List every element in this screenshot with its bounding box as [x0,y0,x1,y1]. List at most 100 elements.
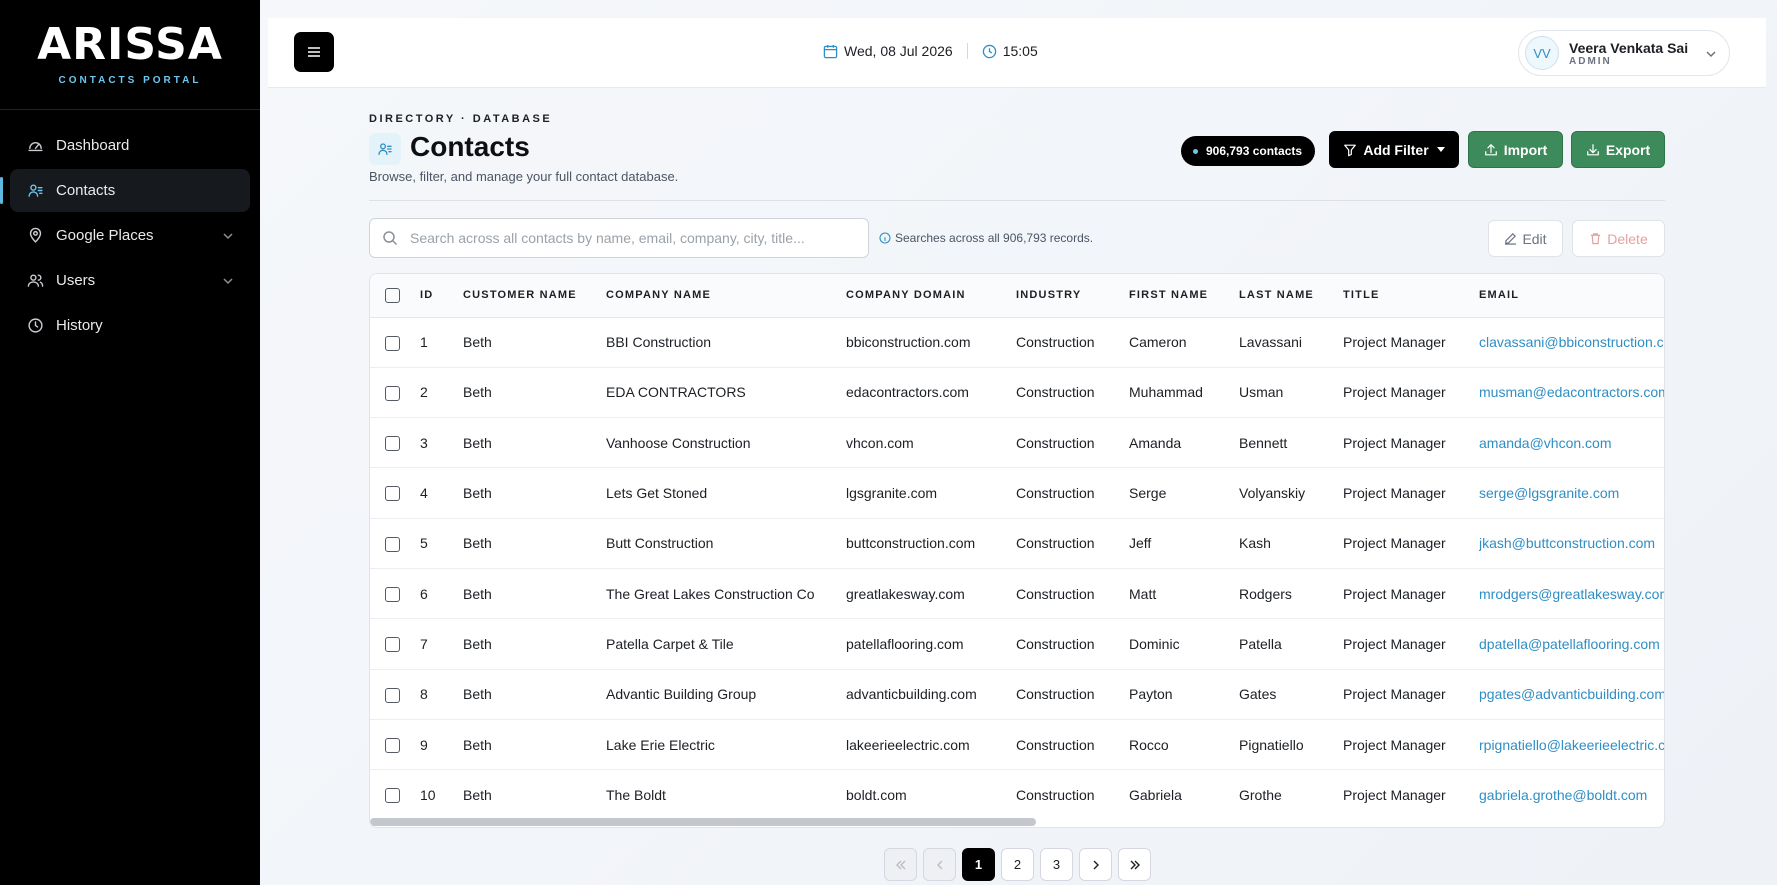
add-filter-button[interactable]: Add Filter [1329,131,1459,168]
page-button-3[interactable]: 3 [1040,848,1073,881]
contacts-grid: ID CUSTOMER NAME COMPANY NAME COMPANY DO… [370,274,1664,820]
row-checkbox[interactable] [385,536,400,552]
column-header-first-name[interactable]: FIRST NAME [1129,274,1239,318]
table-row[interactable]: 2 Beth EDA CONTRACTORS edacontractors.com Co… [370,367,1664,419]
table-row[interactable]: 1 Beth BBI Construction bbiconstruction.com… [370,317,1664,368]
select-all-checkbox[interactable] [385,287,400,303]
clock-icon [26,317,44,335]
cell-company-name: The Boldt [606,787,666,804]
filter-icon [1344,144,1357,156]
row-checkbox[interactable] [385,587,400,603]
column-header-last-name[interactable]: LAST NAME [1239,274,1343,318]
column-header-company-name[interactable]: COMPANY NAME [606,274,846,318]
delete-button[interactable]: Delete [1572,220,1665,257]
cell-email[interactable]: mrodgers@greatlakesway.com [1479,568,1664,620]
map-pin-icon [26,227,44,245]
cell-title: Project Manager [1343,568,1479,620]
cell-first-name: Gabriela [1129,787,1182,804]
export-button[interactable]: Export [1571,131,1665,168]
user-info: Veera Venkata Sai ADMIN [1569,40,1688,67]
brand-subtitle: CONTACTS PORTAL [58,75,202,86]
topbar: Wed, 08 Jul 2026 15:05 VV Veera Venkata … [268,18,1766,88]
search-input[interactable] [410,230,850,246]
column-header-id[interactable]: ID [420,274,463,318]
cell-email[interactable]: rpignatiello@lakeerieelectric.com [1479,719,1664,771]
current-time: 15:05 [1002,43,1038,59]
cell-customer-name: Beth [463,317,606,368]
cell-email[interactable]: musman@edacontractors.com [1479,367,1664,419]
cell-first-name: Serge [1129,467,1239,519]
row-checkbox[interactable] [385,637,400,653]
table-row[interactable]: 4 Beth Lets Get Stoned lgsgranite.com Constr… [370,467,1664,519]
table-row[interactable]: 8 Beth Advantic Building Group advanticbuil… [370,669,1664,720]
brand: ARISSA CONTACTS PORTAL [0,0,260,110]
table-header-row: ID CUSTOMER NAME COMPANY NAME COMPANY DO… [370,274,1664,318]
cell-email[interactable]: gabriela.grothe@boldt.com [1479,770,1664,820]
page-button-1[interactable]: 1 [962,848,995,881]
table-row[interactable]: 9 Beth Lake Erie Electric lakeerieelectric.… [370,719,1664,771]
cell-email[interactable]: pgates@advanticbuilding.com [1479,669,1664,720]
table-row[interactable]: 5 Beth Butt Construction buttconstruction.c… [370,518,1664,569]
cell-id: 10 [420,787,436,804]
cell-industry: Construction [1016,518,1129,569]
edit-icon [1505,233,1517,245]
cell-title: Project Manager [1343,367,1479,419]
cell-email[interactable]: clavassani@bbiconstruction.com [1479,317,1664,368]
row-checkbox[interactable] [385,335,400,351]
cell-last-name: Bennett [1239,417,1343,469]
sidebar-item-dashboard[interactable]: Dashboard [10,124,250,167]
menu-toggle-button[interactable] [294,32,334,72]
cell-company-name: Advantic Building Group [606,669,846,720]
info-icon [879,232,891,244]
sidebar-item-users[interactable]: Users [10,259,250,302]
edit-button[interactable]: Edit [1488,220,1563,257]
gauge-icon [26,137,44,155]
row-checkbox[interactable] [385,486,400,502]
column-header-email[interactable]: EMAIL [1479,274,1664,318]
user-menu[interactable]: VV Veera Venkata Sai ADMIN [1518,30,1730,76]
next-page-button[interactable] [1079,848,1112,881]
page-button-2[interactable]: 2 [1001,848,1034,881]
column-header-customer-name[interactable]: CUSTOMER NAME [463,274,606,318]
column-header-industry[interactable]: INDUSTRY [1016,274,1129,318]
row-checkbox[interactable] [385,385,400,401]
table-row[interactable]: 3 Beth Vanhoose Construction vhcon.com Const… [370,417,1664,469]
cell-company-domain: vhcon.com [846,417,1016,469]
pagination: 1 2 3 [884,848,1151,881]
cell-title: Project Manager [1343,719,1479,771]
first-page-button[interactable] [884,848,917,881]
import-button[interactable]: Import [1468,131,1563,168]
contacts-table[interactable]: ID CUSTOMER NAME COMPANY NAME COMPANY DO… [369,273,1665,828]
sidebar-item-google-places[interactable]: Google Places [10,214,250,257]
chevron-down-icon[interactable] [222,230,234,242]
cell-industry: Construction [1016,568,1129,620]
cell-company-domain: patellaflooring.com [846,618,1016,670]
cell-email[interactable]: jkash@buttconstruction.com [1479,518,1664,569]
horizontal-scrollbar[interactable] [370,818,1036,826]
column-header-company-domain[interactable]: COMPANY DOMAIN [846,274,1016,318]
cell-email[interactable]: serge@lgsgranite.com [1479,467,1664,519]
cell-email[interactable]: amanda@vhcon.com [1479,417,1664,469]
sidebar-item-label: History [56,317,103,334]
table-row[interactable]: 10 Beth The Boldt boldt.com Construction Gabr… [370,770,1664,820]
row-checkbox[interactable] [385,737,400,753]
table-row[interactable]: 7 Beth Patella Carpet & Tile patellafloorin… [370,618,1664,670]
search-box[interactable] [369,218,869,258]
cell-id: 5 [420,518,463,569]
contacts-icon [369,133,401,165]
table-row[interactable]: 6 Beth The Great Lakes Construction Co grea… [370,568,1664,620]
row-checkbox[interactable] [385,436,400,452]
previous-page-button[interactable] [923,848,956,881]
cell-id: 6 [420,568,463,620]
chevrons-right-icon [1130,860,1140,869]
row-checkbox[interactable] [385,687,400,703]
row-checkbox[interactable] [385,788,400,804]
delete-label: Delete [1607,230,1648,247]
status-dot [1193,148,1198,154]
sidebar-item-history[interactable]: History [10,304,250,347]
chevron-down-icon[interactable] [222,275,234,287]
sidebar-item-contacts[interactable]: Contacts [0,169,250,212]
last-page-button[interactable] [1118,848,1151,881]
cell-email[interactable]: dpatella@patellaflooring.com [1479,618,1664,670]
column-header-title[interactable]: TITLE [1343,274,1479,318]
